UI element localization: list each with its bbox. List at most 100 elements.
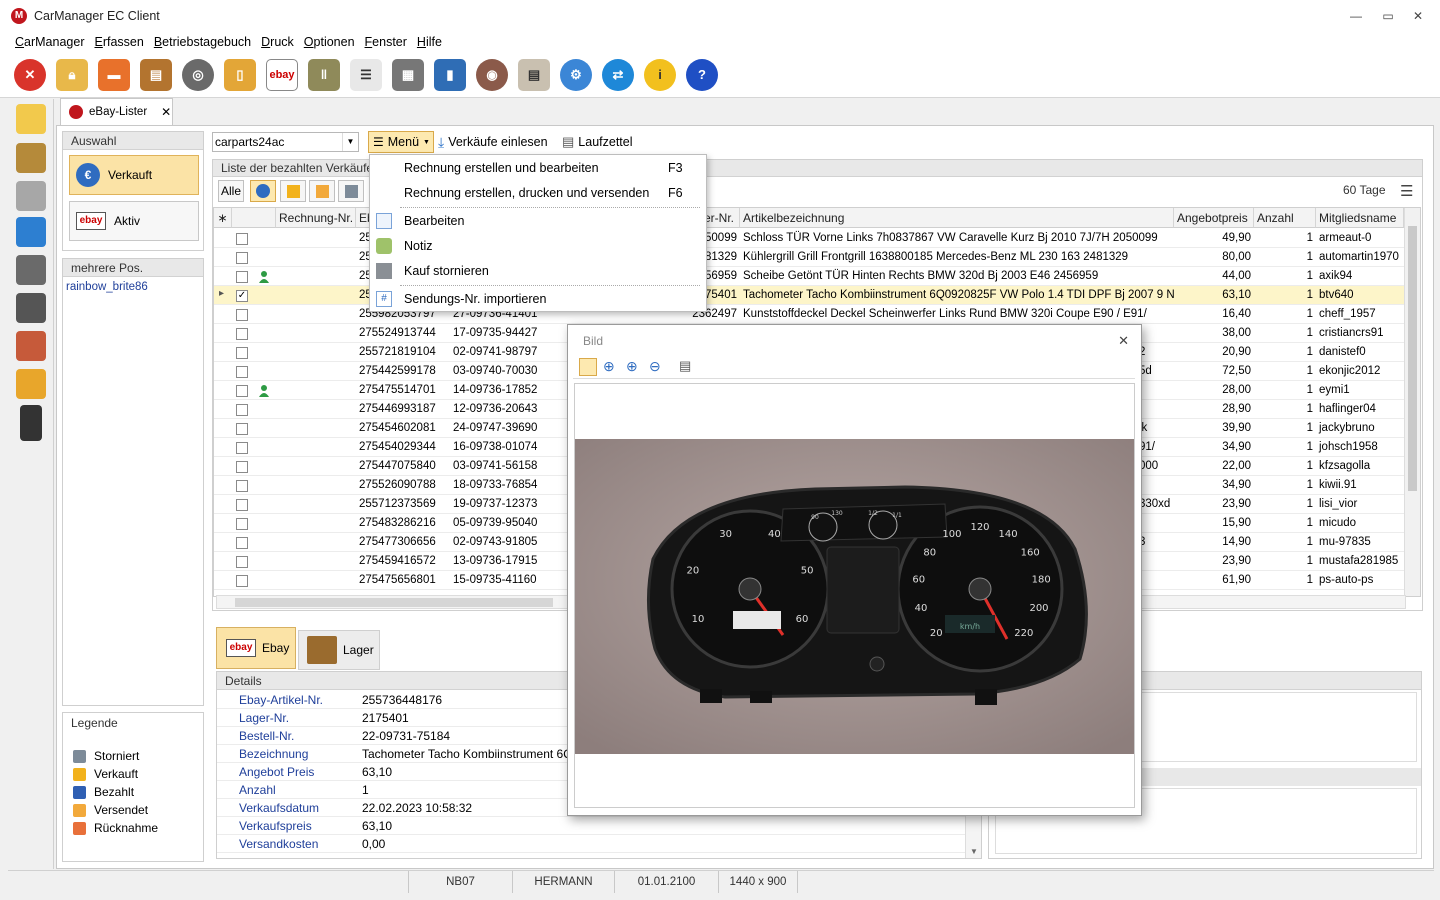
chevron-down-icon[interactable]: ▼ [970, 847, 978, 856]
row-checkbox[interactable] [236, 461, 248, 473]
menu-optionen[interactable]: Optionen [299, 32, 360, 52]
menu-rechnung-bearbeiten[interactable]: Rechnung erstellen und bearbeiten F3 [370, 156, 706, 180]
menu-bearbeiten[interactable]: Bearbeiten [370, 209, 706, 233]
traffic-light-icon[interactable] [20, 405, 42, 441]
row-checkbox[interactable] [236, 442, 248, 454]
grid-calendar-icon[interactable] [16, 293, 46, 323]
calculator-icon[interactable]: ▦ [392, 58, 424, 91]
car-icon[interactable]: ▬ [98, 58, 130, 91]
menu-erfassen[interactable]: Erfassen [89, 32, 148, 52]
row-checkbox[interactable] [236, 233, 248, 245]
binders-icon[interactable]: ‖ [308, 58, 340, 91]
verkauft-button[interactable]: € Verkauft [69, 155, 199, 195]
person-card-icon[interactable] [16, 331, 46, 361]
minimize-icon[interactable]: — [1348, 8, 1364, 24]
row-checkbox[interactable] [236, 328, 248, 340]
detail-value[interactable]: 22.02.2023 10:58:32 [362, 799, 472, 817]
detail-value[interactable]: Tachometer Tacho Kombiinstrument 6Q092 [362, 745, 593, 763]
filter-all-button[interactable]: Alle [218, 180, 244, 202]
gear-icon[interactable]: ⚙ [560, 58, 592, 91]
book-icon[interactable]: ▮ [434, 58, 466, 91]
row-checkbox[interactable] [236, 385, 248, 397]
menu-hilfe[interactable]: Hilfe [412, 32, 447, 52]
grid-header-preis[interactable]: Angebotpreis [1174, 208, 1254, 228]
tab-lager[interactable]: Lager [298, 630, 380, 670]
filter-verkauft-button[interactable] [280, 180, 306, 202]
image-window-close-icon[interactable]: ✕ [1118, 333, 1129, 349]
row-checkbox[interactable] [236, 366, 248, 378]
detail-value[interactable]: 0,00 [362, 835, 385, 853]
grid-header-artikel[interactable]: Artikelbezeichnung [740, 208, 1174, 228]
steering-wheel-icon[interactable]: ◎ [182, 58, 214, 91]
maximize-icon[interactable]: ▭ [1380, 8, 1396, 24]
key-tag-icon[interactable]: ▯ [224, 58, 256, 91]
menu-fenster[interactable]: Fenster [360, 32, 412, 52]
transfer-icon[interactable]: ⇄ [602, 58, 634, 91]
clipboard-icon[interactable] [16, 181, 46, 211]
detail-value[interactable]: 63,10 [362, 817, 392, 835]
aktiv-button[interactable]: ebay Aktiv [69, 201, 199, 241]
info-icon[interactable]: i [644, 58, 676, 91]
menu-kauf-stornieren[interactable]: Kauf stornieren [370, 259, 706, 283]
ebay-icon[interactable]: ebay [266, 58, 298, 91]
row-checkbox[interactable] [236, 252, 248, 264]
zoom-out-icon[interactable]: ⊖ [649, 358, 661, 375]
menu-betriebstagebuch[interactable]: Betriebstagebuch [149, 32, 256, 52]
notes-icon[interactable] [16, 104, 46, 134]
print-image-icon[interactable]: ▤ [679, 358, 691, 374]
menu-notiz[interactable]: Notiz [370, 234, 706, 258]
checklist-icon[interactable]: ☰ [350, 58, 382, 91]
filter-versendet-button[interactable] [309, 180, 335, 202]
row-checkbox[interactable] [236, 309, 248, 321]
account-select[interactable]: carparts24ac ▼ [212, 132, 359, 152]
stop-icon[interactable]: ✕ [14, 58, 46, 91]
chevron-down-icon[interactable]: ▼ [342, 133, 358, 151]
menu-button[interactable]: ☰ Menü ▼ [368, 131, 434, 153]
shelf-icon[interactable]: ▤ [140, 58, 172, 91]
row-checkbox[interactable] [236, 480, 248, 492]
grid-header-rechnung[interactable]: Rechnung-Nr. [276, 208, 356, 228]
menu-druck[interactable]: Druck [256, 32, 299, 52]
scrollbar-thumb[interactable] [1408, 226, 1417, 491]
row-checkbox[interactable] [236, 537, 248, 549]
keys-icon[interactable] [16, 143, 46, 173]
printer-icon[interactable]: ▤ [518, 58, 550, 91]
brake-disc-icon[interactable]: ◉ [476, 58, 508, 91]
row-checkbox[interactable]: ✓ [236, 290, 248, 302]
lock-icon[interactable]: 🔒︎ [56, 58, 88, 91]
laufzettel-button[interactable]: ▤ Laufzettel [562, 133, 633, 151]
zoom-100-icon[interactable]: ⊕ [603, 358, 615, 375]
filter-bezahlt-button[interactable] [250, 180, 276, 202]
import-button[interactable]: ⤓ Verkäufe einlesen [438, 133, 548, 151]
row-checkbox[interactable] [236, 575, 248, 587]
h-scrollbar-thumb[interactable] [235, 598, 553, 607]
detail-value[interactable]: 2175401 [362, 709, 409, 727]
mehrere-pos-item[interactable]: rainbow_brite86 [63, 277, 203, 297]
detail-value[interactable]: 255736448176 [362, 691, 442, 709]
list-options-icon[interactable]: ☰ [1400, 182, 1413, 200]
fit-image-icon[interactable] [579, 358, 597, 376]
menu-carmanager[interactable]: CarManager [10, 32, 89, 52]
zoom-in-icon[interactable]: ⊕ [626, 358, 638, 375]
detail-value[interactable]: 63,10 [362, 763, 392, 781]
menu-rechnung-versenden[interactable]: Rechnung erstellen, drucken und versende… [370, 181, 706, 205]
ruler-icon[interactable] [16, 217, 46, 247]
filter-storniert-button[interactable] [338, 180, 364, 202]
tab-ebay-lister[interactable]: eBay-Lister ✕ [60, 98, 173, 125]
truck-icon[interactable] [16, 369, 46, 399]
close-window-icon[interactable]: ✕ [1410, 8, 1426, 24]
detail-value[interactable]: 22-09731-75184 [362, 727, 450, 745]
row-checkbox[interactable] [236, 499, 248, 511]
row-checkbox[interactable] [236, 423, 248, 435]
scanner-icon[interactable] [16, 255, 46, 285]
row-checkbox[interactable] [236, 518, 248, 530]
tab-ebay[interactable]: ebay Ebay [216, 627, 296, 669]
help-icon[interactable]: ? [686, 58, 718, 91]
row-checkbox[interactable] [236, 271, 248, 283]
grid-header-anzahl[interactable]: Anzahl [1254, 208, 1316, 228]
close-tab-icon[interactable]: ✕ [161, 105, 171, 119]
row-checkbox[interactable] [236, 556, 248, 568]
grid-header-mitglied[interactable]: Mitgliedsname [1316, 208, 1404, 228]
row-checkbox[interactable] [236, 347, 248, 359]
detail-value[interactable]: 1 [362, 781, 369, 799]
